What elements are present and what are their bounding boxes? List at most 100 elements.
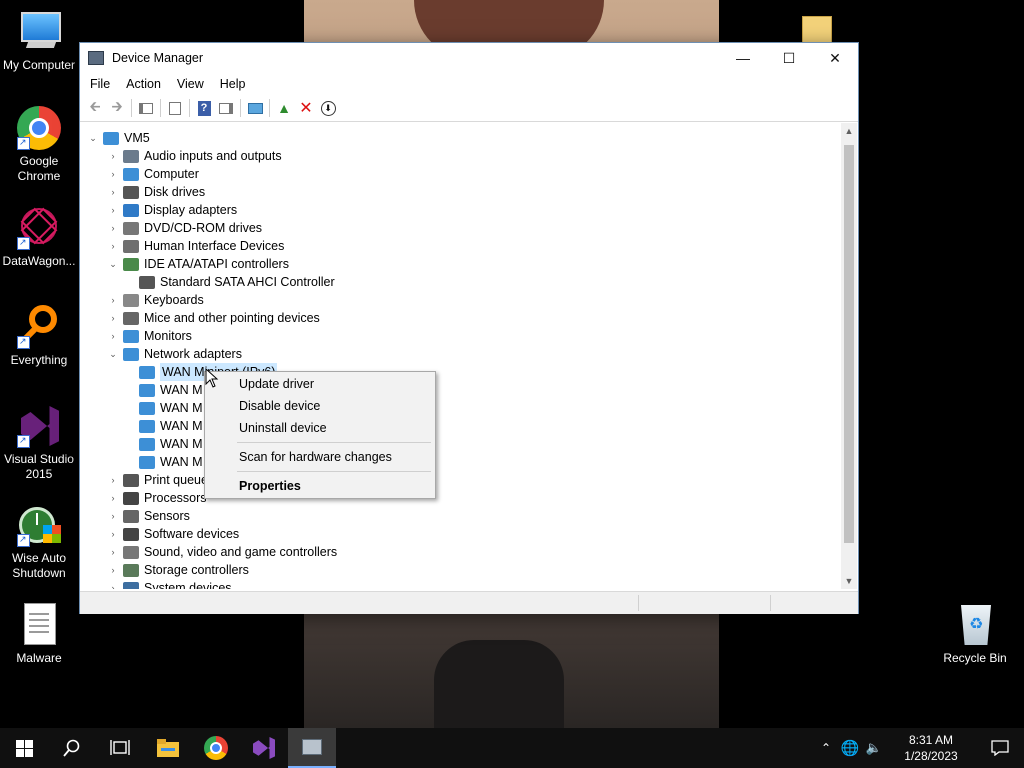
tree-category-item[interactable]: › Sound, video and game controllers (106, 543, 338, 561)
desktop-icon-my-computer[interactable]: My Computer (0, 10, 78, 73)
chevron-right-icon[interactable]: › (106, 327, 120, 345)
chevron-right-icon[interactable]: › (106, 237, 120, 255)
tree-category-item[interactable]: › Audio inputs and outputs (106, 147, 282, 165)
uninstall-device-icon[interactable]: ✕ (295, 98, 317, 118)
help-icon[interactable]: ? (193, 98, 215, 118)
menu-item-uninstall-device[interactable]: Uninstall device (239, 418, 327, 438)
chevron-right-icon[interactable]: › (106, 525, 120, 543)
tree-category-item[interactable]: › Sensors (106, 507, 190, 525)
tree-child-item[interactable]: WAN M (136, 399, 203, 417)
tree-root[interactable]: ⌄ VM5 (86, 129, 149, 147)
tree-category-item[interactable]: › Keyboards (106, 291, 204, 309)
tree-category-item[interactable]: › Print queue (106, 471, 208, 489)
device-tree[interactable]: ⌄ VM5 › Audio inputs and outputs › Computer › D… (80, 123, 840, 589)
network-globe-icon[interactable]: 🌐 (838, 728, 862, 768)
chevron-right-icon[interactable]: › (106, 561, 120, 579)
disable-device-icon[interactable]: ⬇ (317, 98, 339, 118)
minimize-button[interactable]: — (720, 43, 766, 73)
tree-category-item[interactable]: › Human Interface Devices (106, 237, 285, 255)
chevron-right-icon[interactable]: › (106, 471, 120, 489)
tree-category-item[interactable]: › Disk drives (106, 183, 206, 201)
tree-category-item[interactable]: › Monitors (106, 327, 192, 345)
close-button[interactable]: ✕ (812, 43, 858, 73)
file-explorer-icon[interactable] (144, 728, 192, 768)
menu-item-update-driver[interactable]: Update driver (239, 374, 314, 394)
tree-item-label: Sensors (144, 509, 190, 523)
expand-collapse-icon[interactable]: ⌄ (86, 129, 100, 147)
chevron-right-icon[interactable]: › (106, 543, 120, 561)
menu-action[interactable]: Action (118, 77, 169, 91)
device-manager-icon[interactable] (288, 728, 336, 768)
desktop-icon-recycle-bin[interactable]: ♻ Recycle Bin (936, 603, 1014, 666)
back-arrow-icon[interactable]: 🡰 (84, 98, 106, 118)
vertical-scrollbar[interactable]: ▲ ▼ (841, 123, 857, 589)
task-view-icon[interactable] (96, 728, 144, 768)
menu-item-scan-hardware[interactable]: Scan for hardware changes (239, 447, 392, 467)
tree-category-item[interactable]: › System devices (106, 579, 232, 589)
scroll-down-icon[interactable]: ▼ (841, 573, 857, 589)
chevron-right-icon[interactable]: › (106, 489, 120, 507)
forward-arrow-icon[interactable]: 🡲 (106, 98, 128, 118)
tree-item-label: Sound, video and game controllers (144, 545, 338, 559)
desktop-icon-everything[interactable]: Everything (0, 305, 78, 368)
folder-icon[interactable] (802, 12, 832, 44)
tree-category-item[interactable]: › Display adapters (106, 201, 238, 219)
menu-help[interactable]: Help (212, 77, 254, 91)
clock-date: 1/28/2023 (904, 749, 958, 763)
chevron-right-icon[interactable]: › (106, 165, 120, 183)
search-icon[interactable] (48, 728, 96, 768)
tree-child-item[interactable]: WAN M (136, 417, 203, 435)
chevron-right-icon[interactable]: › (106, 507, 120, 525)
tree-category-item[interactable]: ⌄ Network adapters (106, 345, 242, 363)
desktop-icon-label: My Computer (2, 58, 76, 72)
desktop-icon-datawagon[interactable]: DataWagon... (0, 206, 78, 269)
chevron-right-icon[interactable]: › (106, 201, 120, 219)
start-icon[interactable] (0, 728, 48, 768)
tree-child-item[interactable]: WAN M (136, 381, 203, 399)
chevron-right-icon[interactable]: › (106, 183, 120, 201)
chevron-down-icon[interactable]: ⌄ (106, 255, 120, 273)
title-bar[interactable]: Device Manager — ☐ ✕ (80, 43, 858, 73)
scroll-thumb[interactable] (844, 145, 854, 543)
tree-category-item[interactable]: ⌄ IDE ATA/ATAPI controllers (106, 255, 289, 273)
tree-child-item[interactable]: Standard SATA AHCI Controller (136, 273, 335, 291)
tree-child-item[interactable]: WAN M (136, 435, 203, 453)
tree-item-label: WAN M (160, 419, 203, 433)
volume-icon[interactable]: 🔈 (862, 728, 886, 768)
show-hide-tree-icon[interactable] (135, 98, 157, 118)
maximize-button[interactable]: ☐ (766, 43, 812, 73)
update-driver-icon[interactable]: ▲ (273, 98, 295, 118)
menu-file[interactable]: File (82, 77, 118, 91)
device-manager-window[interactable]: Device Manager — ☐ ✕ File Action View He… (79, 42, 859, 614)
menu-item-properties[interactable]: Properties (239, 476, 301, 496)
desktop-icon-google-chrome[interactable]: Google Chrome (0, 106, 78, 184)
device-icon (139, 437, 155, 451)
menu-item-disable-device[interactable]: Disable device (239, 396, 320, 416)
monitor-scan-icon[interactable] (244, 98, 266, 118)
tree-category-item[interactable]: › Mice and other pointing devices (106, 309, 320, 327)
desktop-icon-wise-auto-shutdown[interactable]: Wise Auto Shutdown (0, 503, 78, 581)
tree-category-item[interactable]: › Computer (106, 165, 199, 183)
desktop-icon-malware[interactable]: Malware (0, 603, 78, 666)
tree-category-item[interactable]: › DVD/CD-ROM drives (106, 219, 263, 237)
chevron-right-icon[interactable]: › (106, 291, 120, 309)
chevron-up-icon[interactable]: ⌃ (814, 728, 838, 768)
notifications-icon[interactable] (976, 728, 1024, 768)
chevron-down-icon[interactable]: ⌄ (106, 345, 120, 363)
chevron-right-icon[interactable]: › (106, 219, 120, 237)
tree-child-item[interactable]: WAN M (136, 453, 203, 471)
clock[interactable]: 8:31 AM 1/28/2023 (886, 732, 976, 764)
properties-icon[interactable] (164, 98, 186, 118)
chrome-icon[interactable] (192, 728, 240, 768)
menu-view[interactable]: View (169, 77, 212, 91)
scroll-up-icon[interactable]: ▲ (841, 123, 857, 139)
action-pane-icon[interactable] (215, 98, 237, 118)
desktop-icon-visual-studio[interactable]: Visual Studio 2015 (0, 404, 78, 482)
tree-category-item[interactable]: › Processors (106, 489, 207, 507)
chevron-right-icon[interactable]: › (106, 579, 120, 589)
tree-category-item[interactable]: › Software devices (106, 525, 240, 543)
visual-studio-icon[interactable] (240, 728, 288, 768)
tree-category-item[interactable]: › Storage controllers (106, 561, 249, 579)
chevron-right-icon[interactable]: › (106, 147, 120, 165)
chevron-right-icon[interactable]: › (106, 309, 120, 327)
